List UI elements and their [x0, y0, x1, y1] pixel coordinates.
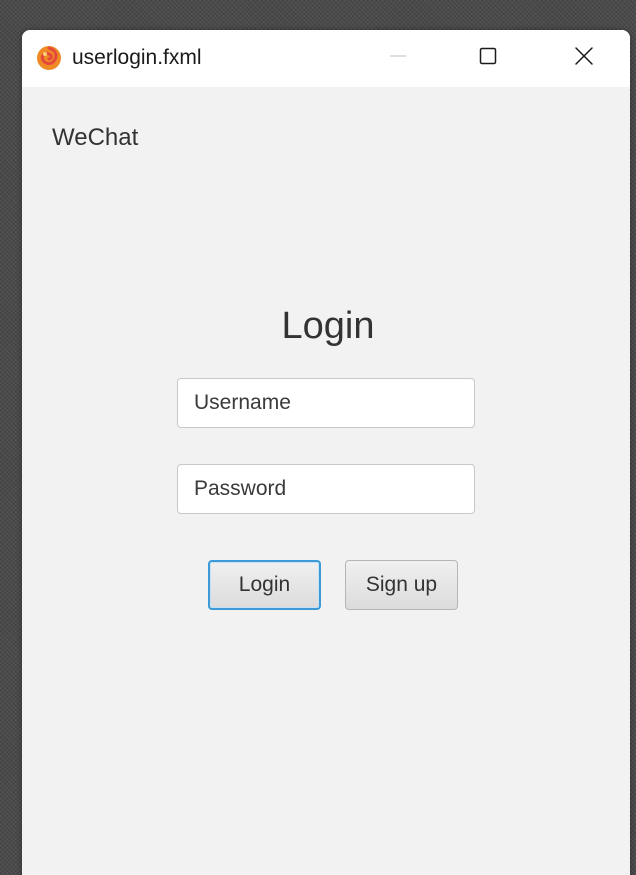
- username-input[interactable]: [177, 378, 475, 428]
- window-title: userlogin.fxml: [72, 46, 202, 69]
- minimize-button[interactable]: [366, 30, 430, 87]
- login-button[interactable]: Login: [208, 560, 321, 610]
- app-window: userlogin.fxml WeChat Login Login Sign u…: [22, 30, 630, 875]
- app-logo-icon: [36, 45, 62, 71]
- title-bar[interactable]: userlogin.fxml: [22, 30, 630, 87]
- signup-button[interactable]: Sign up: [345, 560, 458, 610]
- maximize-button[interactable]: [456, 30, 520, 87]
- page-title: Login: [281, 305, 375, 347]
- maximize-icon: [478, 46, 498, 71]
- brand-label: WeChat: [52, 124, 139, 151]
- close-icon: [574, 46, 594, 71]
- login-view: WeChat Login Login Sign up: [22, 87, 630, 875]
- close-button[interactable]: [552, 30, 616, 87]
- password-input[interactable]: [177, 464, 475, 514]
- minimize-icon: [388, 46, 408, 71]
